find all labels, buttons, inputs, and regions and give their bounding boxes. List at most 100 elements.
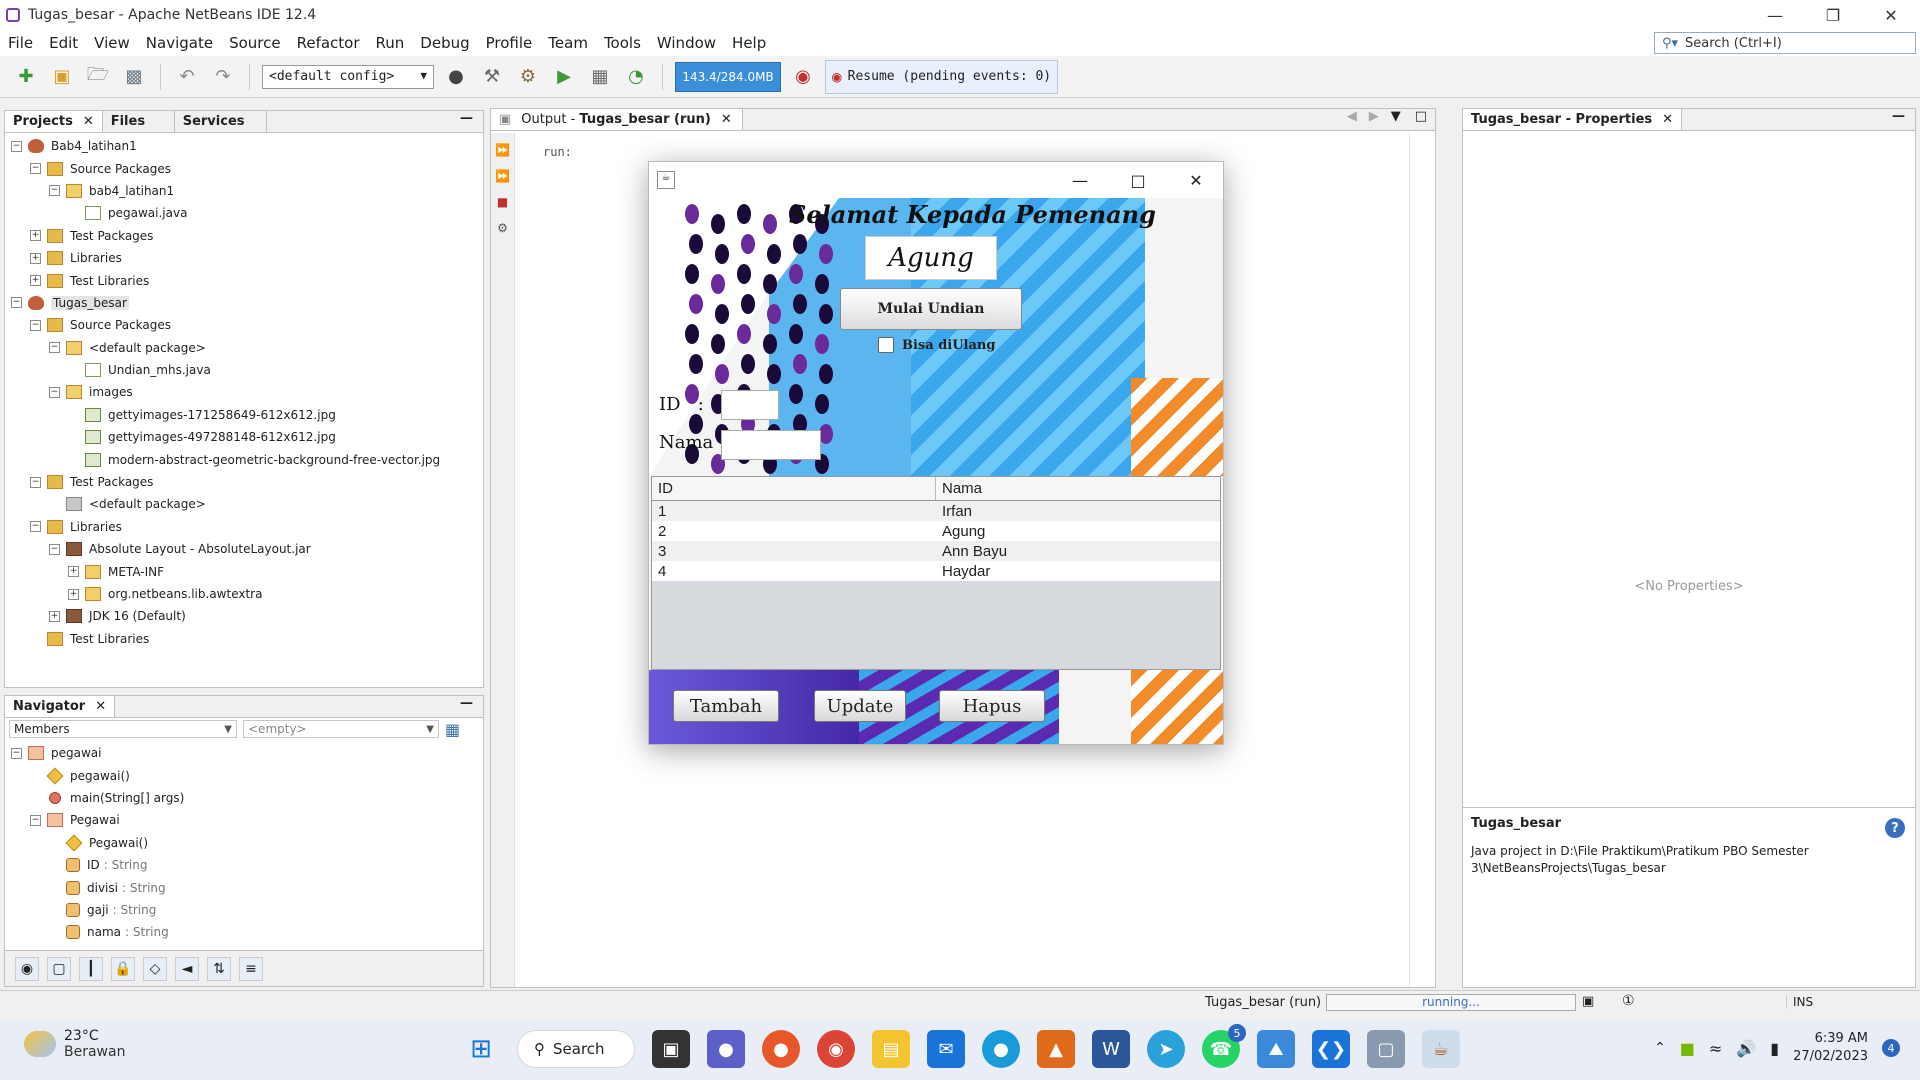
- help-icon[interactable]: ?: [1885, 818, 1905, 838]
- start-draw-button[interactable]: Mulai Undian: [840, 288, 1022, 330]
- project-tree-item[interactable]: + JDK 16 (Default): [5, 605, 483, 627]
- run-icon[interactable]: ▶: [550, 63, 578, 91]
- close-icon[interactable]: ✕: [1662, 112, 1673, 127]
- show-javadoc-icon[interactable]: ◄: [175, 956, 199, 981]
- id-field[interactable]: [721, 390, 779, 420]
- tambah-button[interactable]: Tambah: [673, 690, 779, 722]
- project-tree-item[interactable]: − Libraries: [5, 516, 483, 538]
- redo-icon[interactable]: ↷: [209, 63, 237, 91]
- members-select[interactable]: Members ▼: [9, 720, 237, 738]
- firefox-icon[interactable]: ●: [762, 1030, 800, 1068]
- table-row[interactable]: 2 Agung: [652, 521, 1220, 541]
- maximize-icon[interactable]: □: [1407, 109, 1435, 130]
- navigator-member[interactable]: gaji: String: [5, 899, 483, 921]
- nama-field[interactable]: [721, 430, 821, 460]
- project-tree-item[interactable]: − Test Packages: [5, 471, 483, 493]
- scroll-left-icon[interactable]: ◀: [1341, 109, 1363, 130]
- column-header-nama[interactable]: Nama: [936, 477, 982, 500]
- project-tree-item[interactable]: − Source Packages: [5, 157, 483, 179]
- quick-search-input[interactable]: ⚲▾ Search (Ctrl+I): [1654, 32, 1916, 54]
- navigator-member[interactable]: divisi: String: [5, 876, 483, 898]
- collapse-icon[interactable]: −: [11, 297, 22, 309]
- close-icon[interactable]: ✕: [83, 114, 94, 129]
- tab-navigator[interactable]: Navigator ✕: [5, 696, 116, 717]
- scroll-right-icon[interactable]: ▶: [1363, 109, 1385, 130]
- tab-projects[interactable]: Projects ✕: [5, 111, 103, 132]
- project-tree-item[interactable]: + META-INF: [5, 560, 483, 582]
- netbeans-taskbar-icon[interactable]: ☕: [1422, 1030, 1460, 1068]
- table-row[interactable]: 3 Ann Bayu: [652, 541, 1220, 561]
- memory-usage-bar[interactable]: 143.4/284.0MB: [675, 61, 781, 92]
- clock[interactable]: 6:39 AM 27/02/2023: [1793, 1030, 1868, 1066]
- new-file-icon[interactable]: ✚: [12, 63, 40, 91]
- wifi-icon[interactable]: ≈: [1709, 1039, 1722, 1058]
- navigator-member[interactable]: − pegawai: [5, 742, 483, 764]
- tab-output[interactable]: ▣ Output - Tugas_besar (run) ✕: [491, 109, 743, 130]
- collapse-icon[interactable]: −: [49, 342, 60, 354]
- candidates-table[interactable]: ID Nama 1 Irfan 2 Agung 3 Ann Bayu 4 Haydar: [651, 476, 1221, 670]
- minimize-panel-icon[interactable]: —: [1882, 109, 1915, 130]
- navigator-member[interactable]: Pegawai(): [5, 832, 483, 854]
- running-task-label[interactable]: Tugas_besar (run): [1205, 995, 1321, 1010]
- navigator-member[interactable]: ID: String: [5, 854, 483, 876]
- member-filter-select[interactable]: <empty> ▼: [243, 720, 439, 738]
- collapse-icon[interactable]: −: [11, 747, 22, 759]
- edge-icon[interactable]: ●: [982, 1030, 1020, 1068]
- minimize-panel-icon[interactable]: —: [450, 696, 483, 717]
- mail-icon[interactable]: ✉: [927, 1030, 965, 1068]
- menu-profile[interactable]: Profile: [478, 34, 541, 52]
- minimize-button[interactable]: —: [1746, 0, 1804, 30]
- project-tree-item[interactable]: gettyimages-171258649-612x612.jpg: [5, 404, 483, 426]
- collapse-icon[interactable]: −: [49, 386, 60, 398]
- column-header-id[interactable]: ID: [652, 477, 936, 500]
- menu-run[interactable]: Run: [368, 34, 413, 52]
- telegram-icon[interactable]: ➤: [1147, 1030, 1185, 1068]
- show-inherited-icon[interactable]: ◉: [15, 956, 39, 981]
- hapus-button[interactable]: Hapus: [939, 690, 1045, 722]
- menu-file[interactable]: File: [0, 34, 41, 52]
- menu-help[interactable]: Help: [724, 34, 774, 52]
- open-project-icon[interactable]: 🗁: [84, 63, 112, 91]
- project-tree-item[interactable]: modern-abstract-geometric-background-fre…: [5, 448, 483, 470]
- project-tree-item[interactable]: Undian_mhs.java: [5, 359, 483, 381]
- project-tree-item[interactable]: − Tugas_besar: [5, 292, 483, 314]
- menu-edit[interactable]: Edit: [41, 34, 86, 52]
- expand-icon[interactable]: +: [49, 610, 60, 622]
- collapse-icon[interactable]: −: [30, 521, 41, 533]
- rerun-icon[interactable]: ⏩: [494, 141, 512, 159]
- gc-icon[interactable]: ◉: [789, 63, 817, 91]
- close-button[interactable]: ✕: [1862, 0, 1920, 30]
- word-icon[interactable]: W: [1092, 1030, 1130, 1068]
- config-select[interactable]: <default config> ▼: [262, 64, 434, 89]
- project-tree-item[interactable]: − Source Packages: [5, 314, 483, 336]
- project-tree-item[interactable]: pegawai.java: [5, 202, 483, 224]
- stop-icon[interactable]: ■: [494, 193, 512, 211]
- nvidia-icon[interactable]: ■: [1680, 1039, 1695, 1058]
- tab-files[interactable]: Files: [103, 111, 175, 132]
- settings-icon[interactable]: ⚙: [494, 219, 512, 237]
- notifications-icon[interactable]: ①: [1622, 993, 1635, 1009]
- expand-icon[interactable]: +: [30, 230, 41, 242]
- debug-icon[interactable]: ▦: [586, 63, 614, 91]
- collapse-icon[interactable]: −: [11, 140, 22, 152]
- menu-source[interactable]: Source: [221, 34, 289, 52]
- globe-icon[interactable]: ●: [442, 63, 470, 91]
- project-tree-item[interactable]: + org.netbeans.lib.awtextra: [5, 583, 483, 605]
- notification-badge[interactable]: 4: [1882, 1039, 1900, 1057]
- navigator-member[interactable]: pegawai(): [5, 764, 483, 786]
- project-tree-item[interactable]: − Bab4_latihan1: [5, 135, 483, 157]
- collapse-icon[interactable]: −: [30, 476, 41, 488]
- project-tree-item[interactable]: − images: [5, 381, 483, 403]
- start-windows-icon[interactable]: ⊞: [462, 1030, 500, 1068]
- expand-icon[interactable]: +: [30, 275, 41, 287]
- collapse-icon[interactable]: −: [30, 319, 41, 331]
- new-project-icon[interactable]: ▣: [48, 63, 76, 91]
- teams-chat-icon[interactable]: ●: [707, 1030, 745, 1068]
- project-tree-item[interactable]: + Test Libraries: [5, 269, 483, 291]
- collapse-icon[interactable]: −: [49, 543, 60, 555]
- checkbox-box[interactable]: [878, 337, 894, 353]
- battery-icon[interactable]: ▮: [1770, 1039, 1779, 1058]
- save-all-icon[interactable]: ▩: [120, 63, 148, 91]
- expand-icon[interactable]: +: [68, 566, 79, 578]
- minimize-panel-icon[interactable]: —: [450, 111, 483, 132]
